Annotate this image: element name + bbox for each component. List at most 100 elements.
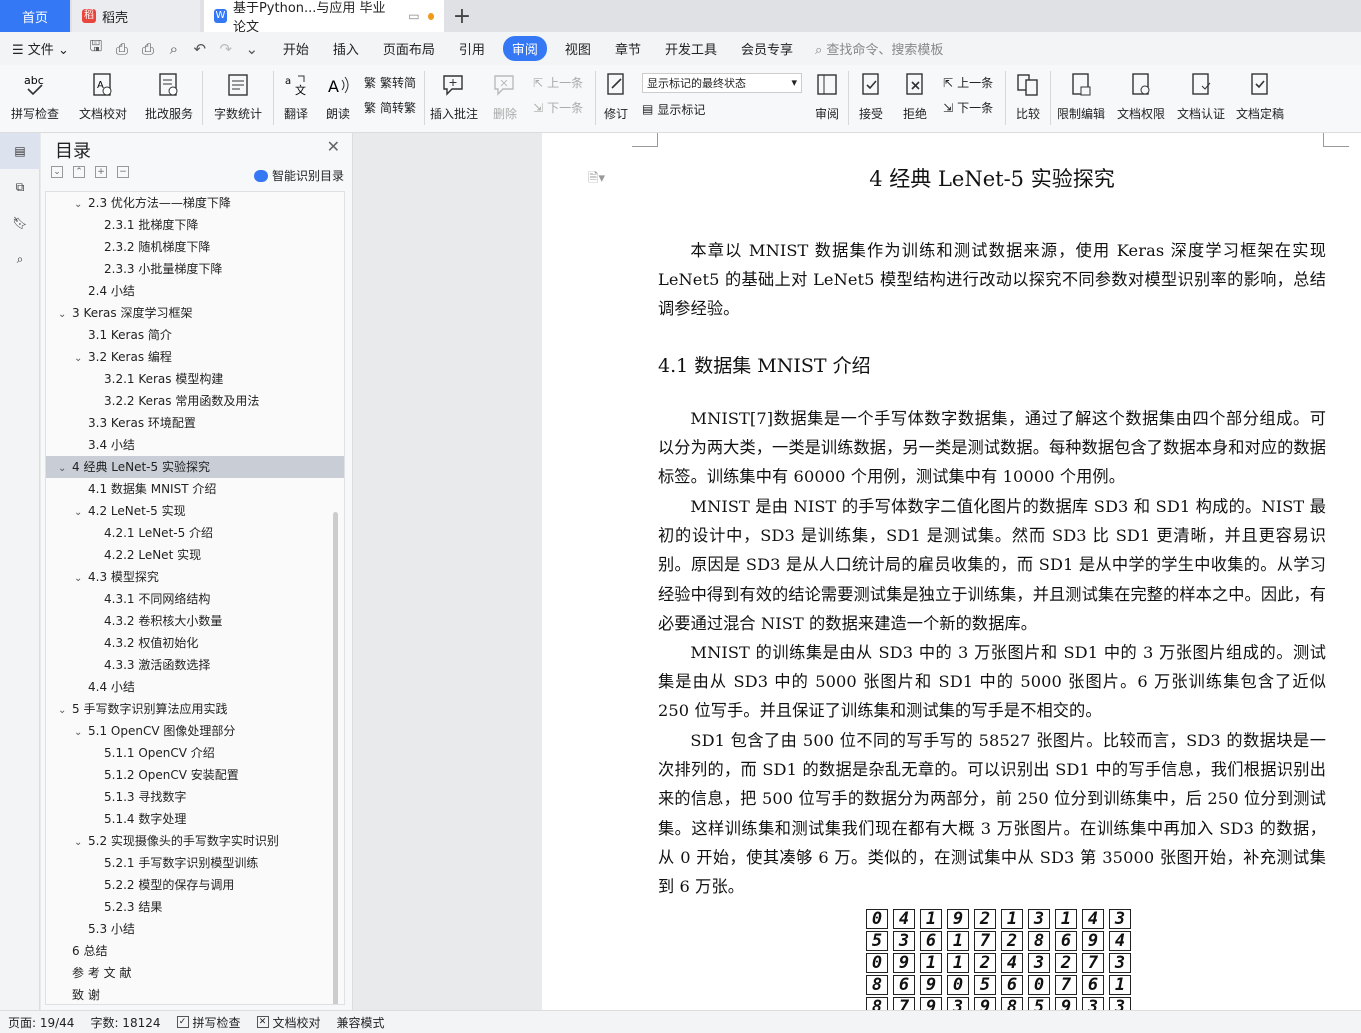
chevron-down-icon[interactable]: ⌄ [74,502,88,524]
doc-auth-button[interactable]: 文档认证 [1171,65,1231,133]
menu-member[interactable]: 会员专享 [729,39,805,58]
word-count-indicator[interactable]: 字数: 18124 [82,1014,168,1031]
toc-item[interactable]: 3.3 Keras 环境配置 [46,412,344,434]
menu-insert[interactable]: 插入 [321,39,371,58]
quick-access-dropdown-icon[interactable]: ⌄ [241,38,263,60]
chevron-down-icon[interactable]: ⌄ [74,722,88,744]
menu-view[interactable]: 视图 [553,39,603,58]
save-icon[interactable]: 🖫 [85,37,107,60]
toc-item[interactable]: 5.2.1 手写数字识别模型训练 [46,852,344,874]
revise-service-button[interactable]: 批改服务 [136,65,202,133]
chevron-down-icon[interactable]: ⌄ [74,832,88,854]
toc-item[interactable]: 2.3.1 批梯度下降 [46,214,344,236]
command-search[interactable]: ⌕ 查找命令、搜索模板 [815,39,943,58]
toc-item[interactable]: ⌄ 5 手写数字识别算法应用实践 [46,698,344,720]
doc-finalize-button[interactable]: 文档定稿 [1231,65,1289,133]
chevron-down-icon[interactable]: ⌄ [58,458,72,480]
collapse-all-icon[interactable]: ⌄ [51,166,63,178]
document-page[interactable]: 🗎▾ 4 经典 LeNet-5 实验探究 本章以 MNIST 数据集作为训练和测… [542,133,1361,1010]
export-icon[interactable]: ⎙ [111,38,133,60]
toc-item[interactable]: 参 考 文 献 [46,962,344,984]
toc-panel-button[interactable]: ▤ [0,133,40,169]
review-pane-button[interactable]: 审阅 [806,65,848,133]
toc-item[interactable]: 4.3.2 卷积核大小数量 [46,610,344,632]
status-spell-check[interactable]: ✓ 拼写检查 [169,1014,249,1031]
toc-item[interactable]: 5.2.2 模型的保存与调用 [46,874,344,896]
toc-item[interactable]: 4.4 小结 [46,676,344,698]
next-comment-button[interactable]: ⇲ 下一条 [533,99,589,116]
find-button[interactable]: ⌕ [0,241,40,277]
toc-item[interactable]: 4.1 数据集 MNIST 介绍 [46,478,344,500]
print-preview-icon[interactable]: ⌕ [163,38,185,60]
toc-item[interactable]: 3.1 Keras 简介 [46,324,344,346]
toc-item[interactable]: 5.2.3 结果 [46,896,344,918]
undo-icon[interactable]: ↶ [189,38,211,60]
menu-section[interactable]: 章节 [603,39,653,58]
toc-item[interactable]: ⌄ 3.2 Keras 编程 [46,346,344,368]
add-heading-icon[interactable]: + [95,166,107,178]
menu-hamburger-file[interactable]: ☰ 文件 ⌄ [0,39,81,58]
toc-item[interactable]: 4.3.2 权值初始化 [46,632,344,654]
toc-item[interactable]: ⌄ 4 经典 LeNet-5 实验探究 [46,456,344,478]
reject-button[interactable]: 拒绝 [893,65,937,133]
prev-comment-button[interactable]: ⇱ 上一条 [533,74,589,91]
chevron-down-icon[interactable]: ⌄ [74,348,88,370]
new-tab-button[interactable]: + [444,0,480,32]
toc-item[interactable]: 4.2.2 LeNet 实现 [46,544,344,566]
trad-to-simp-button[interactable]: 繁繁转简 [364,74,418,91]
smart-toc-button[interactable]: 智能识别目录 [253,167,344,184]
print-icon[interactable]: ⎙ [137,38,159,60]
close-icon[interactable]: ✕ [327,137,340,156]
chapter-nav-button[interactable]: ⧉ [0,169,40,205]
doc-proof-button[interactable]: A 文档校对 [70,65,136,133]
accept-button[interactable]: 接受 [849,65,893,133]
show-markup-button[interactable]: ▤ 显示标记 [642,101,800,118]
toc-item[interactable]: 6 总结 [46,940,344,962]
toc-item[interactable]: 致 谢 [46,984,344,1004]
toc-item[interactable]: 5.1.1 OpenCV 介绍 [46,742,344,764]
toc-item[interactable]: 5.3 小结 [46,918,344,940]
expand-all-icon[interactable]: ⌃ [73,166,85,178]
toc-item[interactable]: ⌄ 3 Keras 深度学习框架 [46,302,344,324]
chevron-down-icon[interactable]: ⌄ [58,304,72,326]
tab-daoke[interactable]: 稻 稻壳 [72,0,200,32]
markup-state-select[interactable]: 显示标记的最终状态 ▾ [642,72,802,93]
tab-home[interactable]: 首页 [0,0,70,32]
translate-button[interactable]: a文 翻译 [274,65,318,133]
toc-item[interactable]: 5.1.4 数字处理 [46,808,344,830]
redo-icon[interactable]: ↷ [215,38,237,60]
menu-start[interactable]: 开始 [271,39,321,58]
remove-heading-icon[interactable]: − [117,166,129,178]
restrict-edit-button[interactable]: 限制编辑 [1051,65,1111,133]
chevron-down-icon[interactable]: ⌄ [74,568,88,590]
status-doc-proof[interactable]: ✕ 文档校对 [249,1014,329,1031]
toc-item[interactable]: 2.3.3 小批量梯度下降 [46,258,344,280]
menu-references[interactable]: 引用 [447,39,497,58]
toc-item[interactable]: 4.3.1 不同网络结构 [46,588,344,610]
insert-comment-button[interactable]: 插入批注 [425,65,483,133]
toc-item[interactable]: ⌄ 5.1 OpenCV 图像处理部分 [46,720,344,742]
tab-document[interactable]: W 基于Python...与应用 毕业论文 ▭ [204,0,444,35]
toc-item[interactable]: 3.2.2 Keras 常用函数及用法 [46,390,344,412]
simp-to-trad-button[interactable]: 繁简转繁 [364,99,418,116]
toc-item[interactable]: ⌄ 4.3 模型探究 [46,566,344,588]
menu-page-layout[interactable]: 页面布局 [371,39,447,58]
menu-developer[interactable]: 开发工具 [653,39,729,58]
delete-comment-button[interactable]: 删除 [483,65,527,133]
toc-item[interactable]: 4.3.3 激活函数选择 [46,654,344,676]
word-count-button[interactable]: 字数统计 [203,65,273,133]
toc-item[interactable]: 2.3.2 随机梯度下降 [46,236,344,258]
next-change-button[interactable]: ⇲ 下一条 [943,99,999,116]
page-doc-icon[interactable]: 🗎▾ [588,169,605,191]
spell-check-button[interactable]: abc 拼写检查 [0,65,70,133]
monitor-icon[interactable]: ▭ [408,9,419,23]
prev-change-button[interactable]: ⇱ 上一条 [943,74,999,91]
toc-item[interactable]: 4.2.1 LeNet-5 介绍 [46,522,344,544]
toc-item[interactable]: 2.4 小结 [46,280,344,302]
read-aloud-button[interactable]: A 朗读 [318,65,358,133]
toc-scrollbar[interactable] [333,512,338,1004]
toc-item[interactable]: ⌄ 4.2 LeNet-5 实现 [46,500,344,522]
toc-item[interactable]: 3.4 小结 [46,434,344,456]
toc-item[interactable]: 5.1.2 OpenCV 安装配置 [46,764,344,786]
doc-permission-button[interactable]: 文档权限 [1111,65,1171,133]
